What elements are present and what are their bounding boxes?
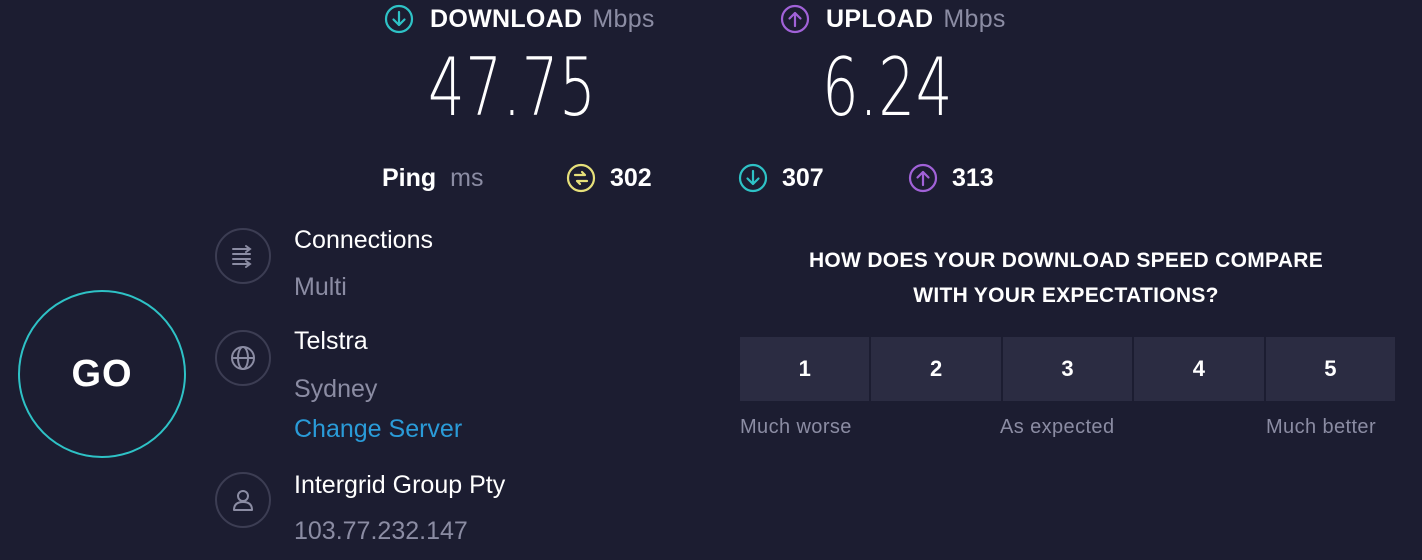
server-location: Sydney	[294, 375, 378, 403]
upload-label: UPLOAD	[826, 4, 934, 33]
connections-icon	[215, 228, 271, 284]
upload-ping: 313	[908, 161, 994, 195]
server-name: Telstra	[294, 327, 368, 355]
download-ping: 307	[738, 161, 824, 195]
survey-question-line2: WITH YOUR EXPECTATIONS?	[913, 284, 1219, 307]
rating-bar: 1 2 3 4 5	[740, 337, 1396, 401]
download-ping-icon	[738, 163, 768, 193]
connections-title: Connections	[294, 226, 433, 254]
provider-name: Intergrid Group Pty	[294, 471, 506, 499]
upload-speed-value: 6.24	[822, 41, 954, 134]
upload-unit: Mbps	[943, 4, 1006, 33]
go-button[interactable]: GO	[18, 290, 186, 458]
upload-header: UPLOAD Mbps	[780, 1, 1006, 37]
connections-value: Multi	[294, 273, 347, 301]
survey-question-line1: HOW DOES YOUR DOWNLOAD SPEED COMPARE	[808, 249, 1324, 272]
change-server-link[interactable]: Change Server	[294, 415, 462, 444]
ip-address: 103.77.232.147	[294, 517, 468, 545]
upload-arrow-icon	[780, 4, 810, 34]
download-arrow-icon	[384, 4, 414, 34]
rating-caption-high: Much better	[1266, 416, 1377, 438]
rating-option-4[interactable]: 4	[1134, 337, 1266, 401]
download-header: DOWNLOAD Mbps	[384, 1, 655, 37]
idle-ping-icon	[566, 163, 596, 193]
upload-ping-icon	[908, 163, 938, 193]
globe-icon	[215, 330, 271, 386]
download-label: DOWNLOAD	[430, 4, 583, 33]
rating-option-3[interactable]: 3	[1002, 337, 1135, 401]
download-unit: Mbps	[592, 4, 655, 33]
ping-unit: ms	[450, 163, 484, 192]
go-label: GO	[71, 352, 133, 395]
rating-option-1[interactable]: 1	[740, 337, 872, 401]
idle-ping: 302	[566, 161, 652, 195]
upload-ping-value: 313	[952, 163, 994, 192]
survey-question: HOW DOES YOUR DOWNLOAD SPEED COMPARE WIT…	[736, 243, 1396, 313]
rating-caption-mid: As expected	[1000, 416, 1115, 438]
rating-caption-low: Much worse	[740, 416, 852, 438]
ping-label-group: Ping ms	[382, 161, 484, 195]
rating-option-2[interactable]: 2	[871, 337, 1003, 401]
idle-ping-value: 302	[610, 163, 652, 192]
user-icon	[215, 472, 271, 528]
rating-option-5[interactable]: 5	[1265, 337, 1396, 401]
download-speed-value: 47.75	[428, 41, 597, 134]
ping-label: Ping	[382, 163, 437, 192]
download-ping-value: 307	[782, 163, 824, 192]
